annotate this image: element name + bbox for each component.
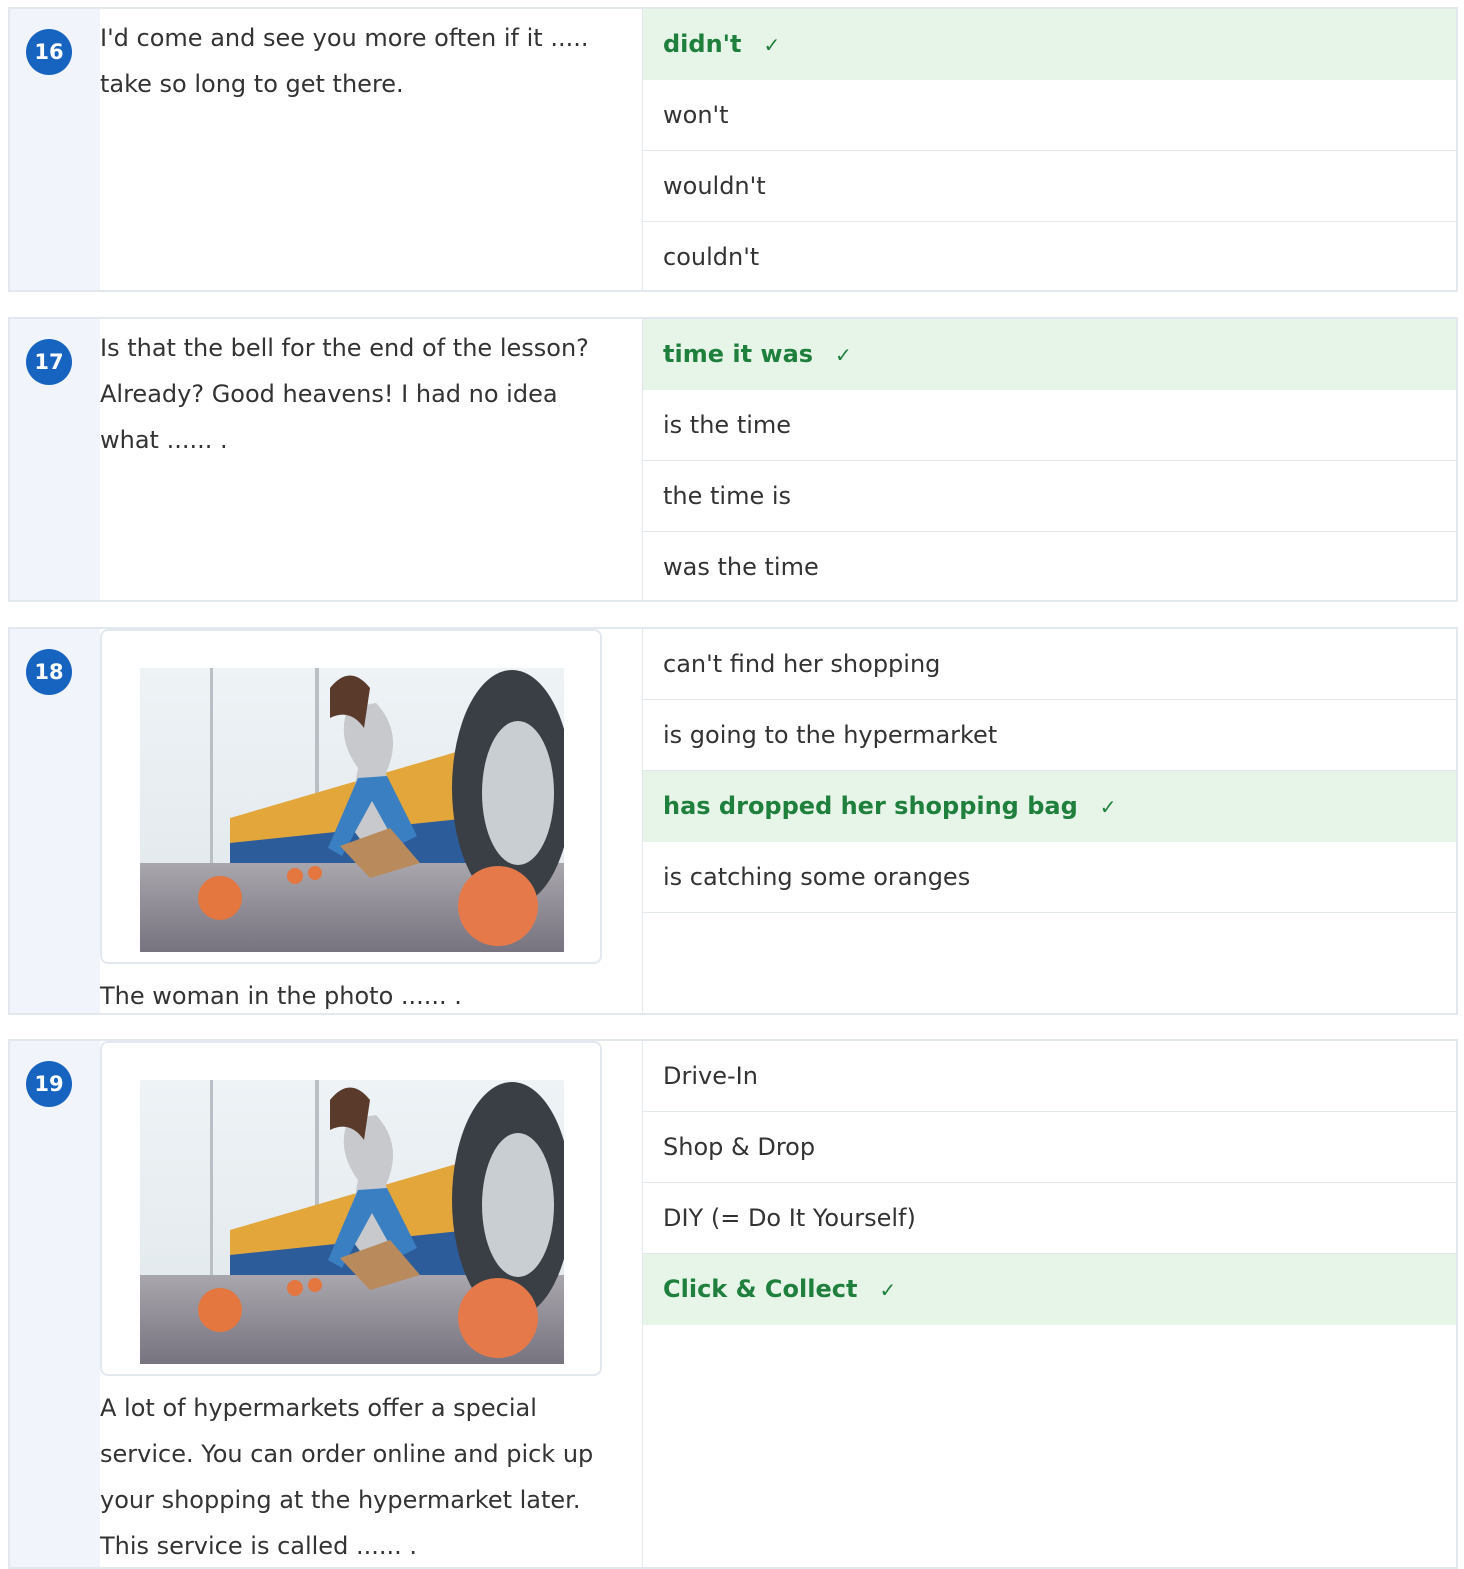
option-label: the time is — [663, 482, 792, 510]
question-number-badge: 16 — [26, 29, 72, 75]
answer-option[interactable]: can't find her shopping — [643, 629, 1456, 700]
question-18: 18 The woman in the photo ...... . can't… — [8, 627, 1458, 1015]
answer-option-correct[interactable]: has dropped her shopping bag ✓ — [643, 771, 1456, 842]
question-stem-column: The woman in the photo ...... . — [100, 629, 643, 1013]
answer-option[interactable]: wouldn't — [643, 151, 1456, 222]
option-label: Drive-In — [663, 1062, 758, 1090]
answer-option[interactable]: is catching some oranges — [643, 842, 1456, 913]
option-label: is catching some oranges — [663, 863, 971, 891]
question-number-badge: 17 — [26, 339, 72, 385]
stem-line: I'd come and see you more often if it ..… — [100, 24, 589, 52]
option-label: Click & Collect — [663, 1275, 858, 1303]
check-icon: ✓ — [1099, 795, 1117, 819]
option-label: is going to the hypermarket — [663, 721, 998, 749]
option-label: won't — [663, 101, 729, 129]
answer-option[interactable]: Shop & Drop — [643, 1112, 1456, 1183]
answer-options: time it was ✓ is the time the time is was… — [643, 319, 1456, 602]
stem-line: The woman in the photo ...... . — [100, 982, 462, 1010]
answer-option-correct[interactable]: Click & Collect ✓ — [643, 1254, 1456, 1325]
answer-options: can't find her shopping is going to the … — [643, 629, 1456, 913]
photo-frame — [100, 629, 602, 964]
question-number-badge: 19 — [26, 1061, 72, 1107]
answer-option[interactable]: DIY (= Do It Yourself) — [643, 1183, 1456, 1254]
stem-line: This service is called ...... . — [100, 1532, 417, 1560]
option-label: was the time — [663, 553, 819, 581]
option-label: can't find her shopping — [663, 650, 941, 678]
stem-line: Already? Good heavens! I had no idea — [100, 380, 558, 408]
stem-line: your shopping at the hypermarket later. — [100, 1486, 581, 1514]
question-stem-column: I'd come and see you more often if it ..… — [100, 9, 643, 290]
question-stem: I'd come and see you more often if it ..… — [100, 15, 630, 107]
question-number-column: 19 — [10, 1041, 101, 1567]
woman-dropping-shopping-photo — [140, 1080, 564, 1364]
answer-option[interactable]: won't — [643, 80, 1456, 151]
question-number-column: 17 — [10, 319, 101, 600]
question-stem: A lot of hypermarkets offer a special se… — [100, 1385, 630, 1569]
answer-options: Drive-In Shop & Drop DIY (= Do It Yourse… — [643, 1041, 1456, 1325]
answer-option-correct[interactable]: didn't ✓ — [643, 9, 1456, 80]
question-17: 17 Is that the bell for the end of the l… — [8, 317, 1458, 602]
question-number-badge: 18 — [26, 649, 72, 695]
answer-option[interactable]: was the time — [643, 532, 1456, 602]
option-label: Shop & Drop — [663, 1133, 816, 1161]
answer-option-correct[interactable]: time it was ✓ — [643, 319, 1456, 390]
question-stem-column: Is that the bell for the end of the less… — [100, 319, 643, 600]
answer-option[interactable]: is the time — [643, 390, 1456, 461]
answer-options: didn't ✓ won't wouldn't couldn't — [643, 9, 1456, 292]
option-label: time it was — [663, 340, 814, 368]
question-number-column: 18 — [10, 629, 101, 1013]
stem-line: Is that the bell for the end of the less… — [100, 334, 589, 362]
woman-dropping-shopping-photo — [140, 668, 564, 952]
stem-line: what ...... . — [100, 426, 228, 454]
option-label: wouldn't — [663, 172, 766, 200]
answer-option[interactable]: is going to the hypermarket — [643, 700, 1456, 771]
option-label: couldn't — [663, 243, 760, 271]
answer-option[interactable]: couldn't — [643, 222, 1456, 292]
option-label: has dropped her shopping bag — [663, 792, 1078, 820]
option-label: DIY (= Do It Yourself) — [663, 1204, 916, 1232]
stem-line: take so long to get there. — [100, 70, 404, 98]
question-16: 16 I'd come and see you more often if it… — [8, 7, 1458, 292]
question-number-column: 16 — [10, 9, 101, 290]
question-stem: The woman in the photo ...... . — [100, 973, 630, 1019]
check-icon: ✓ — [763, 33, 781, 57]
question-stem-column: A lot of hypermarkets offer a special se… — [100, 1041, 643, 1567]
check-icon: ✓ — [879, 1278, 897, 1302]
stem-line: A lot of hypermarkets offer a special — [100, 1394, 537, 1422]
option-label: didn't — [663, 30, 742, 58]
answer-option[interactable]: the time is — [643, 461, 1456, 532]
stem-line: service. You can order online and pick u… — [100, 1440, 594, 1468]
question-stem: Is that the bell for the end of the less… — [100, 325, 630, 463]
check-icon: ✓ — [835, 343, 852, 367]
option-label: is the time — [663, 411, 792, 439]
answer-option[interactable]: Drive-In — [643, 1041, 1456, 1112]
question-19: 19 A lot of hypermarkets offer a special… — [8, 1039, 1458, 1569]
photo-frame — [100, 1041, 602, 1376]
